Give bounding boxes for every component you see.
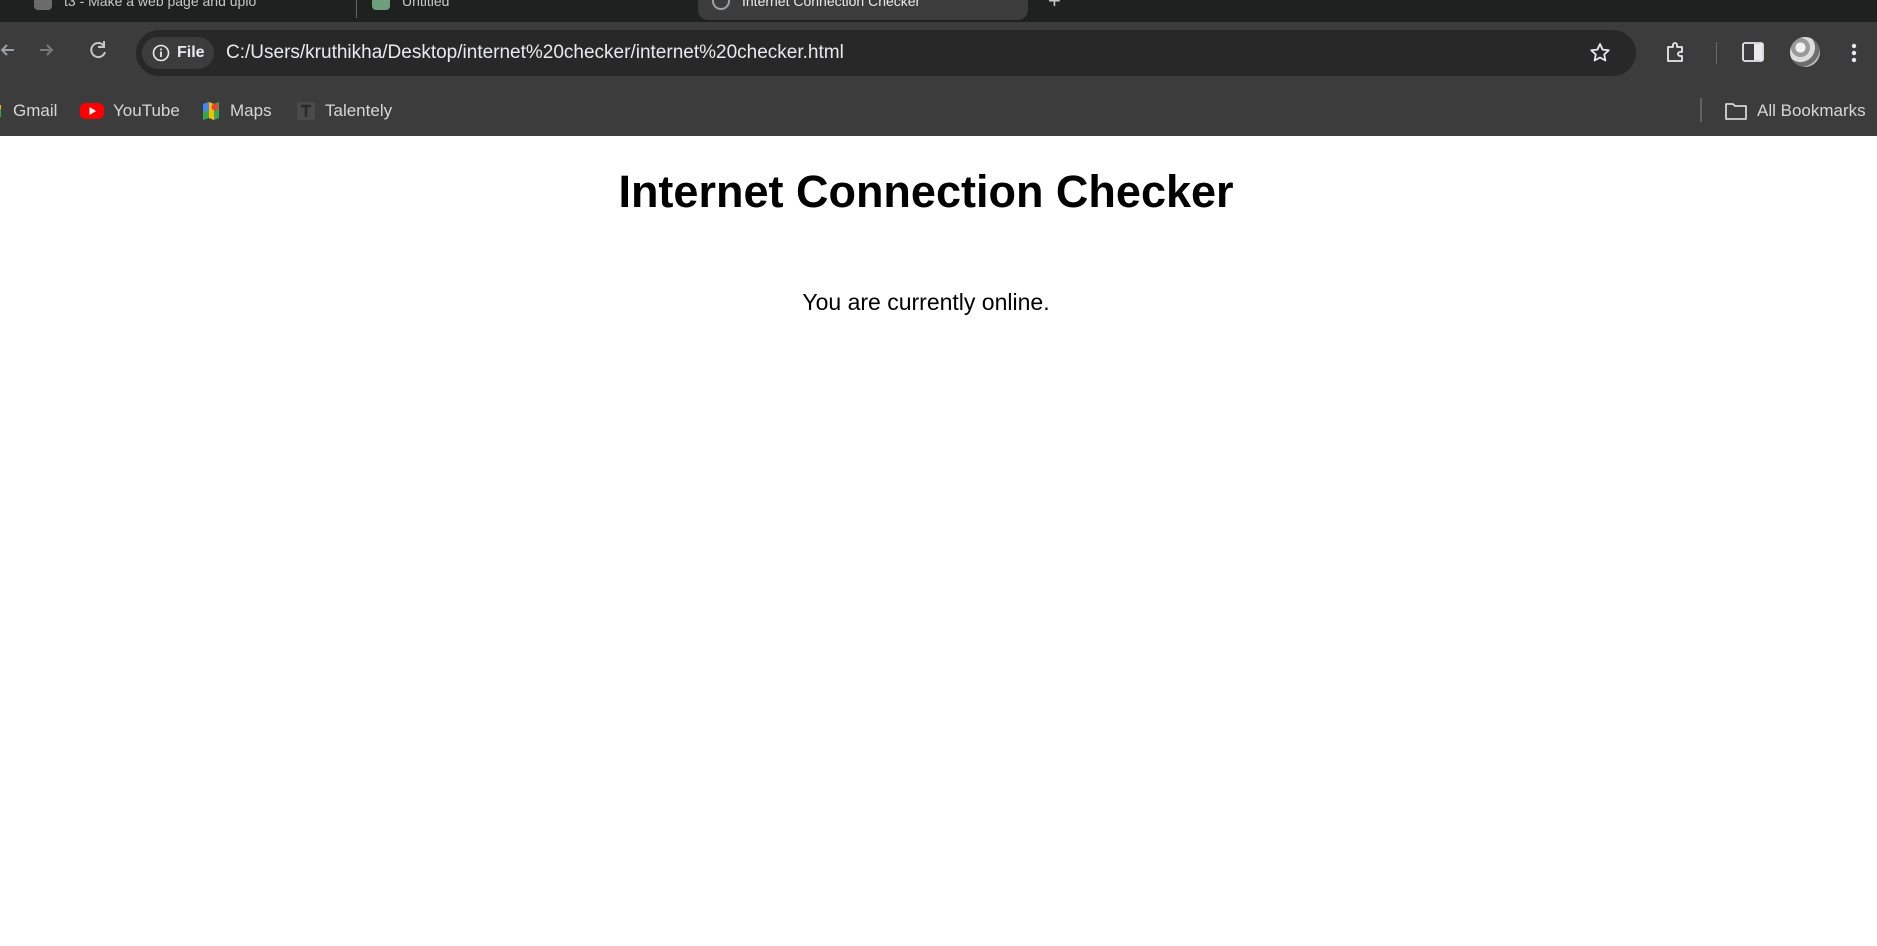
page-viewport: Internet Connection Checker You are curr… [0, 136, 1852, 946]
reload-button[interactable] [80, 32, 116, 68]
bookmark-label: Talentely [325, 101, 393, 120]
document-icon [34, 0, 52, 10]
bookmark-youtube[interactable]: YouTube [80, 100, 180, 122]
all-bookmarks-button[interactable]: All Bookmarks [1724, 100, 1866, 122]
arrow-right-icon [40, 44, 54, 56]
tab-t3[interactable]: t3 - Make a web page and uplo [22, 0, 352, 20]
reload-icon [90, 41, 106, 59]
maps-icon [201, 100, 221, 122]
connection-status-message: You are currently online. [802, 289, 1050, 315]
tab-untitled[interactable]: Untitled [360, 0, 690, 20]
site-info-label: File [177, 44, 205, 61]
tab-title: Internet Connection Checker [742, 0, 921, 9]
info-icon [152, 44, 170, 62]
bookmarks-divider [1700, 98, 1702, 122]
gmail-icon [0, 103, 4, 119]
bookmark-talentely[interactable]: Talentely [296, 100, 392, 122]
page-title: Internet Connection Checker [618, 166, 1234, 217]
bookmark-label: Gmail [13, 101, 58, 120]
bookmarks-bar: Gmail YouTube Maps Talentely All Bookmar… [0, 86, 1877, 136]
site-info-chip[interactable]: File [142, 37, 214, 69]
forward-button[interactable] [28, 32, 64, 68]
profile-avatar[interactable] [1790, 37, 1820, 67]
browser-toolbar: File C:/Users/kruthikha/Desktop/internet… [0, 22, 1877, 86]
extensions-icon[interactable] [1664, 40, 1688, 64]
tab-title: t3 - Make a web page and uplo [64, 0, 257, 9]
tab-strip: t3 - Make a web page and uplo Untitled I… [0, 0, 1877, 22]
bookmark-label: YouTube [113, 101, 180, 120]
globe-icon [712, 0, 730, 10]
tab-title: Untitled [402, 0, 450, 9]
all-bookmarks-label: All Bookmarks [1757, 101, 1866, 120]
bookmark-star-icon[interactable] [1588, 41, 1612, 65]
arrow-left-icon [0, 44, 14, 56]
new-tab-button[interactable]: + [1048, 0, 1061, 14]
bookmark-gmail[interactable]: Gmail [0, 100, 57, 122]
side-panel-icon[interactable] [1742, 42, 1764, 62]
bookmark-label: Maps [230, 101, 272, 120]
talentely-icon [296, 101, 316, 121]
address-bar[interactable]: File C:/Users/kruthikha/Desktop/internet… [136, 30, 1636, 76]
youtube-icon [80, 102, 104, 120]
tab-separator [356, 0, 357, 18]
tab-internet-connection-checker[interactable]: Internet Connection Checker [698, 0, 1028, 20]
bookmark-maps[interactable]: Maps [201, 100, 272, 122]
more-menu-icon[interactable] [1848, 42, 1860, 64]
folder-icon [1724, 101, 1748, 121]
toolbar-divider [1716, 42, 1717, 64]
url-text[interactable]: C:/Users/kruthikha/Desktop/internet%20ch… [226, 42, 844, 64]
sheets-icon [372, 0, 390, 10]
back-button[interactable] [0, 32, 26, 68]
